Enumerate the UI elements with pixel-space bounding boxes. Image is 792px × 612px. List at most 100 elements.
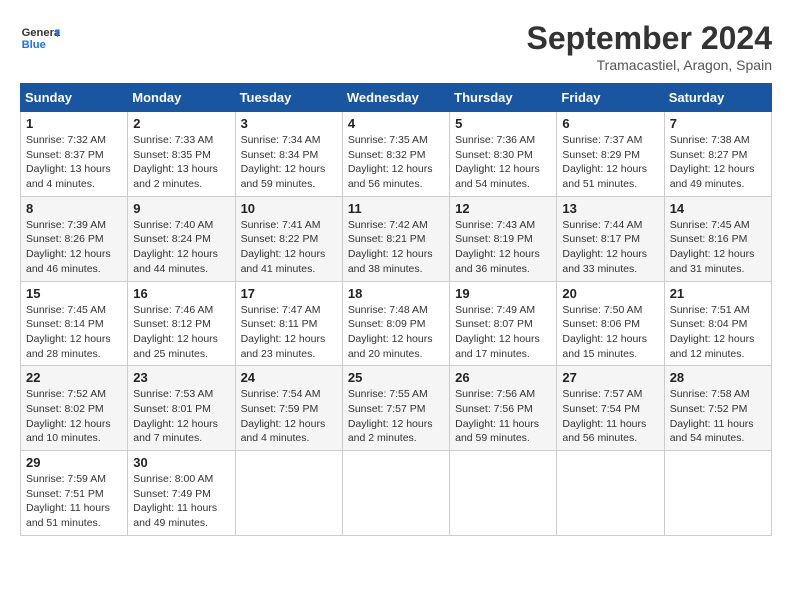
col-header-tuesday: Tuesday <box>235 84 342 112</box>
calendar-cell: 25Sunrise: 7:55 AMSunset: 7:57 PMDayligh… <box>342 366 449 451</box>
calendar-cell <box>664 451 771 536</box>
day-info: Sunrise: 7:50 AMSunset: 8:06 PMDaylight:… <box>562 303 658 362</box>
day-info: Sunrise: 7:55 AMSunset: 7:57 PMDaylight:… <box>348 387 444 446</box>
day-info: Sunrise: 7:32 AMSunset: 8:37 PMDaylight:… <box>26 133 122 192</box>
calendar-cell: 12Sunrise: 7:43 AMSunset: 8:19 PMDayligh… <box>450 196 557 281</box>
day-info: Sunrise: 7:36 AMSunset: 8:30 PMDaylight:… <box>455 133 551 192</box>
svg-text:General: General <box>22 27 60 39</box>
calendar-week-row: 29 Sunrise: 7:59 AMSunset: 7:51 PMDayligh… <box>21 451 772 536</box>
day-number: 6 <box>562 116 658 131</box>
calendar-week-row: 22Sunrise: 7:52 AMSunset: 8:02 PMDayligh… <box>21 366 772 451</box>
col-header-thursday: Thursday <box>450 84 557 112</box>
calendar-week-row: 1 Sunrise: 7:32 AMSunset: 8:37 PMDaylight… <box>21 112 772 197</box>
calendar-cell: 11Sunrise: 7:42 AMSunset: 8:21 PMDayligh… <box>342 196 449 281</box>
day-info: Sunrise: 7:59 AMSunset: 7:51 PMDaylight:… <box>26 472 122 531</box>
calendar-week-row: 15 Sunrise: 7:45 AMSunset: 8:14 PMDayligh… <box>21 281 772 366</box>
svg-text:Blue: Blue <box>22 39 46 51</box>
calendar-cell: 15 Sunrise: 7:45 AMSunset: 8:14 PMDayligh… <box>21 281 128 366</box>
calendar-cell: 27 Sunrise: 7:57 AMSunset: 7:54 PMDayligh… <box>557 366 664 451</box>
day-number: 9 <box>133 201 229 216</box>
day-number: 24 <box>241 370 337 385</box>
day-number: 15 <box>26 286 122 301</box>
calendar-cell: 24 Sunrise: 7:54 AMSunset: 7:59 PMDayligh… <box>235 366 342 451</box>
calendar-cell <box>450 451 557 536</box>
day-info: Sunrise: 7:52 AMSunset: 8:02 PMDaylight:… <box>26 387 122 446</box>
day-number: 1 <box>26 116 122 131</box>
calendar-cell: 23 Sunrise: 7:53 AMSunset: 8:01 PMDayligh… <box>128 366 235 451</box>
calendar-week-row: 8 Sunrise: 7:39 AMSunset: 8:26 PMDaylight… <box>21 196 772 281</box>
day-info: Sunrise: 7:53 AMSunset: 8:01 PMDaylight:… <box>133 387 229 446</box>
calendar-table: SundayMondayTuesdayWednesdayThursdayFrid… <box>20 83 772 536</box>
logo-icon: General Blue <box>20 20 60 55</box>
title-block: September 2024 Tramacastiel, Aragon, Spa… <box>527 20 772 73</box>
calendar-cell: 22Sunrise: 7:52 AMSunset: 8:02 PMDayligh… <box>21 366 128 451</box>
day-number: 20 <box>562 286 658 301</box>
calendar-cell: 21Sunrise: 7:51 AMSunset: 8:04 PMDayligh… <box>664 281 771 366</box>
calendar-cell: 10 Sunrise: 7:41 AMSunset: 8:22 PMDayligh… <box>235 196 342 281</box>
day-info: Sunrise: 7:46 AMSunset: 8:12 PMDaylight:… <box>133 303 229 362</box>
day-number: 30 <box>133 455 229 470</box>
calendar-cell: 3Sunrise: 7:34 AMSunset: 8:34 PMDaylight… <box>235 112 342 197</box>
location-subtitle: Tramacastiel, Aragon, Spain <box>527 57 772 73</box>
calendar-cell <box>557 451 664 536</box>
day-info: Sunrise: 7:56 AMSunset: 7:56 PMDaylight:… <box>455 387 551 446</box>
calendar-cell: 29 Sunrise: 7:59 AMSunset: 7:51 PMDayligh… <box>21 451 128 536</box>
calendar-cell: 28 Sunrise: 7:58 AMSunset: 7:52 PMDayligh… <box>664 366 771 451</box>
logo: General Blue <box>20 20 60 55</box>
day-info: Sunrise: 7:34 AMSunset: 8:34 PMDaylight:… <box>241 133 337 192</box>
day-number: 12 <box>455 201 551 216</box>
day-info: Sunrise: 7:47 AMSunset: 8:11 PMDaylight:… <box>241 303 337 362</box>
day-info: Sunrise: 7:39 AMSunset: 8:26 PMDaylight:… <box>26 218 122 277</box>
day-info: Sunrise: 7:44 AMSunset: 8:17 PMDaylight:… <box>562 218 658 277</box>
month-year-title: September 2024 <box>527 20 772 57</box>
page-header: General Blue September 2024 Tramacastiel… <box>20 20 772 73</box>
day-info: Sunrise: 7:35 AMSunset: 8:32 PMDaylight:… <box>348 133 444 192</box>
day-info: Sunrise: 8:00 AMSunset: 7:49 PMDaylight:… <box>133 472 229 531</box>
day-info: Sunrise: 7:38 AMSunset: 8:27 PMDaylight:… <box>670 133 766 192</box>
calendar-cell: 7 Sunrise: 7:38 AMSunset: 8:27 PMDaylight… <box>664 112 771 197</box>
day-number: 21 <box>670 286 766 301</box>
day-info: Sunrise: 7:42 AMSunset: 8:21 PMDaylight:… <box>348 218 444 277</box>
day-info: Sunrise: 7:57 AMSunset: 7:54 PMDaylight:… <box>562 387 658 446</box>
day-number: 23 <box>133 370 229 385</box>
calendar-cell: 17Sunrise: 7:47 AMSunset: 8:11 PMDayligh… <box>235 281 342 366</box>
col-header-monday: Monday <box>128 84 235 112</box>
calendar-cell: 8 Sunrise: 7:39 AMSunset: 8:26 PMDaylight… <box>21 196 128 281</box>
day-info: Sunrise: 7:45 AMSunset: 8:16 PMDaylight:… <box>670 218 766 277</box>
col-header-wednesday: Wednesday <box>342 84 449 112</box>
calendar-cell: 2 Sunrise: 7:33 AMSunset: 8:35 PMDaylight… <box>128 112 235 197</box>
calendar-cell: 6Sunrise: 7:37 AMSunset: 8:29 PMDaylight… <box>557 112 664 197</box>
day-number: 18 <box>348 286 444 301</box>
day-number: 7 <box>670 116 766 131</box>
calendar-header-row: SundayMondayTuesdayWednesdayThursdayFrid… <box>21 84 772 112</box>
day-info: Sunrise: 7:58 AMSunset: 7:52 PMDaylight:… <box>670 387 766 446</box>
day-info: Sunrise: 7:54 AMSunset: 7:59 PMDaylight:… <box>241 387 337 446</box>
day-number: 27 <box>562 370 658 385</box>
calendar-cell: 30 Sunrise: 8:00 AMSunset: 7:49 PMDayligh… <box>128 451 235 536</box>
day-number: 29 <box>26 455 122 470</box>
calendar-cell: 13Sunrise: 7:44 AMSunset: 8:17 PMDayligh… <box>557 196 664 281</box>
day-number: 26 <box>455 370 551 385</box>
calendar-cell: 18 Sunrise: 7:48 AMSunset: 8:09 PMDayligh… <box>342 281 449 366</box>
calendar-cell <box>235 451 342 536</box>
day-number: 10 <box>241 201 337 216</box>
day-number: 19 <box>455 286 551 301</box>
day-info: Sunrise: 7:33 AMSunset: 8:35 PMDaylight:… <box>133 133 229 192</box>
col-header-sunday: Sunday <box>21 84 128 112</box>
calendar-cell: 26 Sunrise: 7:56 AMSunset: 7:56 PMDayligh… <box>450 366 557 451</box>
calendar-cell: 19Sunrise: 7:49 AMSunset: 8:07 PMDayligh… <box>450 281 557 366</box>
day-number: 4 <box>348 116 444 131</box>
day-number: 28 <box>670 370 766 385</box>
day-info: Sunrise: 7:45 AMSunset: 8:14 PMDaylight:… <box>26 303 122 362</box>
day-number: 5 <box>455 116 551 131</box>
calendar-cell: 1 Sunrise: 7:32 AMSunset: 8:37 PMDaylight… <box>21 112 128 197</box>
day-info: Sunrise: 7:41 AMSunset: 8:22 PMDaylight:… <box>241 218 337 277</box>
calendar-cell: 9Sunrise: 7:40 AMSunset: 8:24 PMDaylight… <box>128 196 235 281</box>
day-number: 2 <box>133 116 229 131</box>
day-number: 8 <box>26 201 122 216</box>
day-info: Sunrise: 7:48 AMSunset: 8:09 PMDaylight:… <box>348 303 444 362</box>
calendar-cell <box>342 451 449 536</box>
day-number: 14 <box>670 201 766 216</box>
calendar-cell: 14 Sunrise: 7:45 AMSunset: 8:16 PMDayligh… <box>664 196 771 281</box>
calendar-cell: 20 Sunrise: 7:50 AMSunset: 8:06 PMDayligh… <box>557 281 664 366</box>
